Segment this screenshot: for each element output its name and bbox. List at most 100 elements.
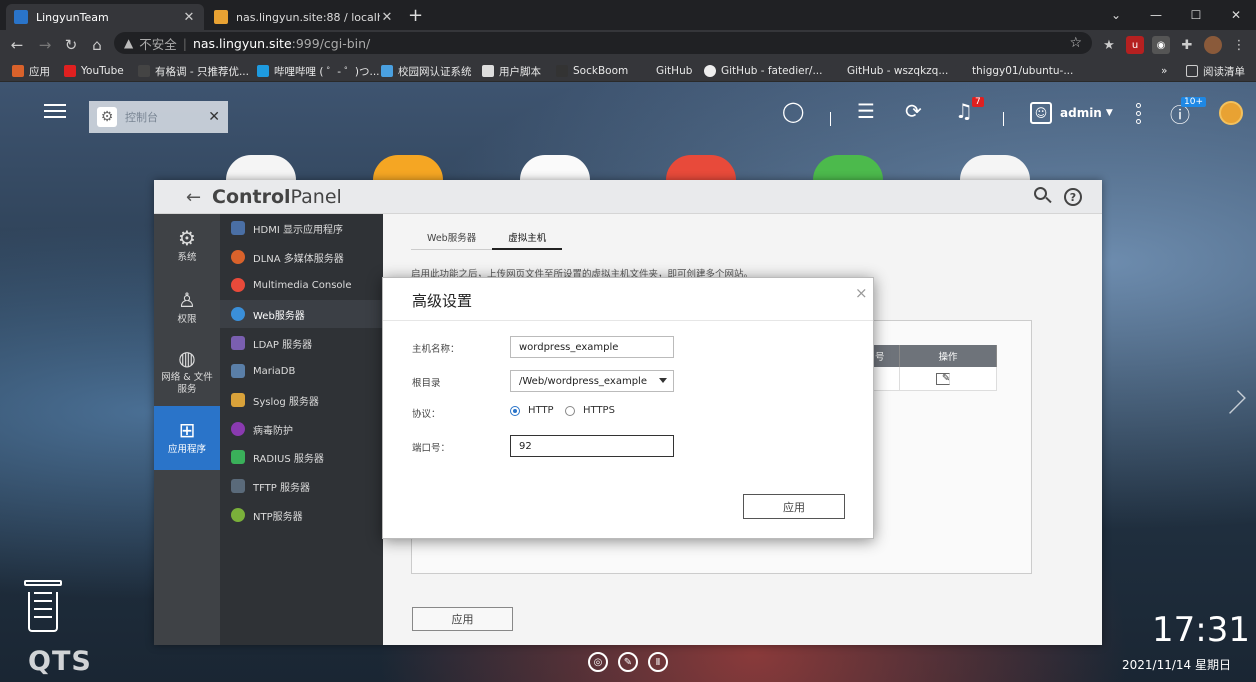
bookmark-youtube[interactable]: YouTube: [64, 63, 124, 79]
bookmark-campus[interactable]: 校园网认证系统: [381, 63, 472, 79]
hostname-input[interactable]: wordpress_example: [510, 336, 674, 358]
browser-menu-icon[interactable]: ⋮: [1230, 36, 1248, 54]
gear-icon: ⚙: [97, 107, 117, 127]
window-controls: ⌄ — ☐ ✕: [1096, 0, 1256, 30]
edit-icon[interactable]: ✎: [936, 372, 950, 385]
sidebar-item-label: 应用程序: [167, 444, 206, 455]
sync-icon[interactable]: ⟳: [905, 99, 922, 123]
radio-selected-icon: [510, 405, 520, 416]
protocol-http-radio[interactable]: HTTP: [510, 405, 554, 416]
warning-icon[interactable]: ▲: [124, 36, 133, 50]
close-icon[interactable]: ×: [855, 284, 868, 302]
apply-button[interactable]: 应用: [412, 607, 513, 631]
star-extension-icon[interactable]: ★: [1100, 36, 1118, 54]
search-icon[interactable]: [1034, 187, 1054, 207]
home-icon[interactable]: ⌂: [86, 34, 108, 56]
sidebar-item-network[interactable]: ◍ 网络 & 文件服务: [154, 340, 220, 404]
desktop-window-tab[interactable]: ⚙ 控制台 ✕: [89, 101, 228, 133]
status-avatar[interactable]: [1219, 101, 1243, 125]
bookmark-apps[interactable]: 应用: [12, 63, 50, 79]
ublock-extension-icon[interactable]: u: [1126, 36, 1144, 54]
browser-tab-active[interactable]: LingyunTeam ✕: [6, 4, 204, 30]
chevron-down-icon[interactable]: ⌄: [1096, 0, 1136, 30]
maximize-icon[interactable]: ☐: [1176, 0, 1216, 30]
radius-wifi-icon: [231, 450, 245, 464]
app-icon[interactable]: [666, 155, 736, 180]
main-menu-icon[interactable]: [44, 100, 66, 122]
menu-item-web-server[interactable]: Web服务器: [220, 300, 383, 328]
sidebar-item-system[interactable]: ⚙ 系统: [154, 214, 220, 278]
menu-item-hdmi[interactable]: HDMI 显示应用程序: [220, 214, 383, 242]
menu-item-mariadb[interactable]: MariaDB: [220, 357, 383, 385]
extension-icon[interactable]: ◉: [1152, 36, 1170, 54]
protocol-https-radio[interactable]: HTTPS: [565, 405, 615, 416]
bookmark-v[interactable]: 有格调 - 只推荐优...: [138, 63, 249, 79]
bookmark-github-wszqkzq[interactable]: GitHub - wszqkzq...: [830, 63, 948, 79]
menu-item-dlna[interactable]: DLNA 多媒体服务器: [220, 243, 383, 271]
address-bar[interactable]: ▲ 不安全 | nas.lingyun.site :999/cgi-bin/ ☆: [114, 32, 1092, 54]
forward-icon[interactable]: →: [34, 34, 56, 56]
profile-avatar-icon[interactable]: [1204, 36, 1222, 54]
dock-tool-icon[interactable]: ✎: [618, 652, 638, 672]
reading-list-button[interactable]: 阅读清单: [1186, 63, 1245, 79]
more-bookmarks-button[interactable]: »: [1161, 63, 1167, 79]
notification-bell-icon[interactable]: ♫: [955, 99, 973, 123]
tab-close-icon[interactable]: ✕: [182, 10, 196, 25]
app-icon[interactable]: [373, 155, 443, 180]
bookmark-github[interactable]: GitHub: [639, 63, 692, 79]
tab-close-icon[interactable]: ✕: [380, 10, 394, 25]
browser-tab-inactive[interactable]: nas.lingyun.site:88 / localhost ✕: [206, 4, 402, 30]
app-icon[interactable]: [960, 155, 1030, 180]
menu-item-label: Web服务器: [253, 310, 305, 322]
dialog-apply-button[interactable]: 应用: [743, 494, 845, 519]
close-window-icon[interactable]: ✕: [1216, 0, 1256, 30]
menu-item-syslog[interactable]: Syslog 服务器: [220, 386, 383, 414]
app-icon[interactable]: [813, 155, 883, 180]
menu-item-antivirus[interactable]: 病毒防护: [220, 415, 383, 443]
dialog-title: 高级设置: [412, 292, 473, 310]
menu-item-ntp[interactable]: NTP服务器: [220, 501, 383, 529]
root-directory-select[interactable]: /Web/wordpress_example: [510, 370, 674, 392]
reading-list-label: 阅读清单: [1203, 65, 1245, 78]
bookmark-userscript[interactable]: 用户脚本: [482, 63, 541, 79]
minimize-icon[interactable]: —: [1136, 0, 1176, 30]
bookmark-sockboom[interactable]: SockBoom: [556, 63, 628, 79]
bookmark-github-fatedier[interactable]: GitHub - fatedier/...: [704, 63, 822, 79]
port-input[interactable]: 92: [510, 435, 674, 457]
recycle-bin-icon[interactable]: [24, 580, 62, 632]
user-menu[interactable]: ☺ admin ▼: [1030, 102, 1113, 124]
back-icon[interactable]: ←: [6, 34, 28, 56]
control-panel-header: ← ControlPanel ?: [154, 180, 1102, 214]
sidebar-item-label: 权限: [177, 314, 197, 325]
dock-app-icon[interactable]: ◎: [588, 652, 608, 672]
reload-icon[interactable]: ↻: [60, 34, 82, 56]
dock-pause-icon[interactable]: Ⅱ: [648, 652, 668, 672]
background-task-icon[interactable]: ☰: [857, 99, 875, 123]
bookmark-star-icon[interactable]: ☆: [1069, 35, 1082, 51]
menu-item-ldap[interactable]: LDAP 服务器: [220, 329, 383, 357]
chevron-down-icon: [659, 378, 667, 383]
more-options-icon[interactable]: [1136, 100, 1141, 127]
close-icon[interactable]: ✕: [208, 109, 220, 125]
tab-title: LingyunTeam: [36, 10, 109, 24]
app-icon[interactable]: [520, 155, 590, 180]
bookmark-thiggy[interactable]: thiggy01/ubuntu-...: [955, 63, 1073, 79]
app-icon[interactable]: [226, 155, 296, 180]
sidebar-item-applications[interactable]: ⊞ 应用程序: [154, 406, 220, 470]
bookmark-bilibili[interactable]: 哔哩哔哩 ( ゜- ゜)つ...: [257, 63, 380, 79]
tab-virtual-host[interactable]: 虚拟主机: [492, 230, 563, 250]
tab-web-server[interactable]: Web服务器: [411, 230, 493, 250]
bookmark-label: SockBoom: [573, 65, 629, 77]
help-icon[interactable]: ?: [1064, 188, 1082, 206]
new-tab-button[interactable]: +: [408, 5, 423, 26]
menu-item-tftp[interactable]: TFTP 服务器: [220, 472, 383, 500]
globe-icon: ◍: [178, 346, 196, 370]
menu-item-radius[interactable]: RADIUS 服务器: [220, 443, 383, 471]
menu-item-multimedia-console[interactable]: Multimedia Console: [220, 271, 383, 299]
sidebar-item-privilege[interactable]: ♙ 权限: [154, 276, 220, 340]
puzzle-icon[interactable]: ✚: [1178, 36, 1196, 54]
search-icon[interactable]: ◯: [782, 99, 804, 123]
control-panel-sidebar: ⚙ 系统 ♙ 权限 ◍ 网络 & 文件服务 ⊞ 应用程序: [154, 214, 220, 645]
menu-item-label: HDMI 显示应用程序: [253, 224, 343, 236]
back-arrow-icon[interactable]: ←: [186, 187, 201, 208]
